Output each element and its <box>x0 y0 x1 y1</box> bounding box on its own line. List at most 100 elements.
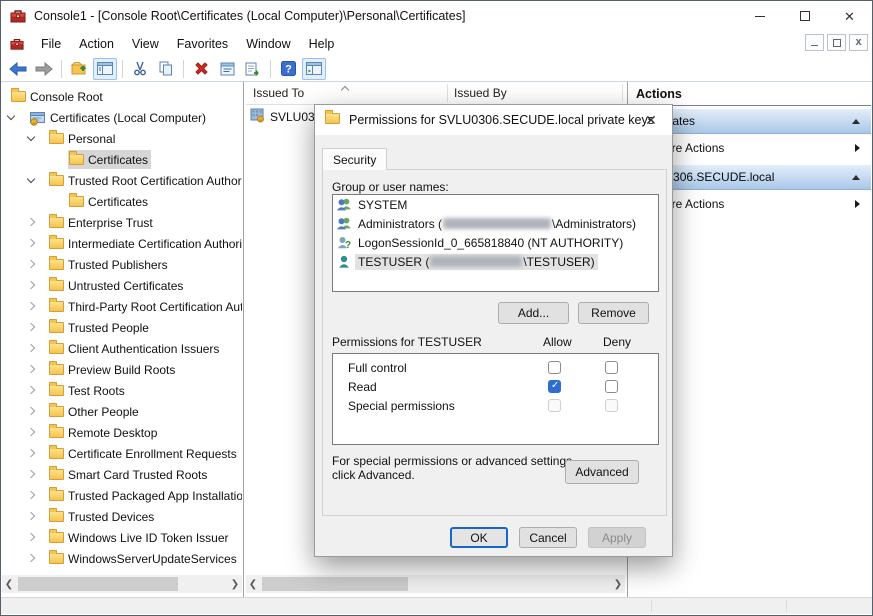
list-horizontal-scrollbar[interactable]: ❮ ❯ <box>246 575 625 593</box>
back-button[interactable] <box>6 58 30 80</box>
tree-item[interactable]: Trusted Packaged App Installation Author… <box>2 485 242 506</box>
properties-button[interactable] <box>215 58 239 80</box>
tree-item[interactable]: Certificates <box>2 191 242 212</box>
ok-button[interactable]: OK <box>450 527 508 548</box>
user-list-item[interactable]: Administrators (\Administrators) <box>333 214 658 233</box>
chevron-right-icon[interactable] <box>27 239 35 247</box>
maximize-button[interactable] <box>782 1 827 31</box>
tree-item[interactable]: Trusted Root Certification Authorities <box>2 170 242 191</box>
chevron-right-icon[interactable] <box>27 281 35 289</box>
chevron-right-icon[interactable] <box>27 323 35 331</box>
tree-item[interactable]: Smart Card Trusted Roots <box>2 464 242 485</box>
advanced-button[interactable]: Advanced <box>565 460 639 484</box>
up-one-level-button[interactable] <box>67 58 91 80</box>
allow-checkbox[interactable] <box>548 380 561 393</box>
minimize-button[interactable] <box>737 1 782 31</box>
scroll-right-icon[interactable]: ❯ <box>611 575 625 593</box>
tree-item[interactable]: Trusted Devices <box>2 506 242 527</box>
chevron-right-icon[interactable] <box>27 533 35 541</box>
column-header-issued-to[interactable]: Issued To <box>253 86 304 100</box>
menu-item-file[interactable]: File <box>32 34 70 54</box>
export-list-button[interactable] <box>241 58 265 80</box>
allow-checkbox[interactable] <box>548 361 561 374</box>
scrollbar-thumb[interactable] <box>262 577 408 591</box>
mdi-minimize-button[interactable] <box>805 34 824 51</box>
tree-item[interactable]: Trusted Publishers <box>2 254 242 275</box>
tree-item[interactable]: Personal <box>2 128 242 149</box>
tree-item[interactable]: Certificate Enrollment Requests <box>2 443 242 464</box>
deny-checkbox[interactable] <box>605 380 618 393</box>
tree-horizontal-scrollbar[interactable]: ❮ ❯ <box>2 575 242 593</box>
tree-item[interactable]: Other People <box>2 401 242 422</box>
tree-item[interactable]: Third-Party Root Certification Authoriti… <box>2 296 242 317</box>
chevron-right-icon[interactable] <box>27 365 35 373</box>
tree-item[interactable]: Client Authentication Issuers <box>2 338 242 359</box>
collapse-icon[interactable] <box>852 119 860 124</box>
tree-item[interactable]: Trusted People <box>2 317 242 338</box>
scroll-left-icon[interactable]: ❮ <box>2 575 16 593</box>
chevron-down-icon[interactable] <box>27 175 35 183</box>
chevron-right-icon[interactable] <box>27 428 35 436</box>
collapse-icon[interactable] <box>852 175 860 180</box>
apply-button[interactable]: Apply <box>588 527 646 548</box>
chevron-right-icon[interactable] <box>27 302 35 310</box>
chevron-right-icon[interactable] <box>27 491 35 499</box>
cut-button[interactable] <box>128 58 152 80</box>
user-list-item[interactable]: TESTUSER (\TESTUSER) <box>333 252 658 271</box>
chevron-right-icon[interactable] <box>27 386 35 394</box>
chevron-right-icon[interactable] <box>27 344 35 352</box>
tree-item[interactable]: Enterprise Trust <box>2 212 242 233</box>
user-list-item[interactable]: SYSTEM <box>333 195 658 214</box>
chevron-down-icon[interactable] <box>7 112 15 120</box>
scroll-right-icon[interactable]: ❯ <box>228 575 242 593</box>
menu-item-help[interactable]: Help <box>300 34 344 54</box>
chevron-right-icon[interactable] <box>27 218 35 226</box>
forward-button[interactable] <box>32 58 56 80</box>
menu-item-favorites[interactable]: Favorites <box>168 34 237 54</box>
tree-item[interactable]: Remote Desktop <box>2 422 242 443</box>
scrollbar-thumb[interactable] <box>18 577 178 591</box>
tree-item[interactable]: Console Root <box>2 86 242 107</box>
tree-item[interactable]: Intermediate Certification Authorities <box>2 233 242 254</box>
scroll-left-icon[interactable]: ❮ <box>246 575 260 593</box>
copy-button[interactable] <box>154 58 178 80</box>
tab-security[interactable]: Security <box>322 148 387 170</box>
scrollbar-track[interactable] <box>260 575 611 593</box>
tree-item[interactable]: Untrusted Certificates <box>2 275 242 296</box>
column-divider[interactable] <box>447 84 448 102</box>
chevron-right-icon[interactable] <box>27 449 35 457</box>
remove-button[interactable]: Remove <box>578 302 649 324</box>
chevron-right-icon[interactable] <box>27 512 35 520</box>
delete-button[interactable] <box>189 58 213 80</box>
mdi-close-button[interactable]: x <box>849 34 868 51</box>
dialog-close-button[interactable]: ✕ <box>630 105 672 135</box>
tree-item[interactable]: Preview Build Roots <box>2 359 242 380</box>
tree-item[interactable]: Windows Live ID Token Issuer <box>2 527 242 548</box>
chevron-right-icon[interactable] <box>27 260 35 268</box>
scrollbar-track[interactable] <box>16 575 228 593</box>
mdi-restore-button[interactable] <box>827 34 846 51</box>
menu-item-action[interactable]: Action <box>70 34 123 54</box>
deny-checkbox[interactable] <box>605 361 618 374</box>
chevron-down-icon[interactable] <box>27 133 35 141</box>
column-divider[interactable] <box>622 84 623 102</box>
tree-item[interactable]: Certificates <box>2 149 242 170</box>
tree-item[interactable]: WindowsServerUpdateServices <box>2 548 242 569</box>
tree-item[interactable]: Test Roots <box>2 380 242 401</box>
chevron-right-icon[interactable] <box>27 407 35 415</box>
user-list-item[interactable]: ?LogonSessionId_0_665818840 (NT AUTHORIT… <box>333 233 658 252</box>
tree-item[interactable]: Certificates (Local Computer) <box>2 107 242 128</box>
group-user-list[interactable]: SYSTEMAdministrators (\Administrators)?L… <box>332 194 659 292</box>
help-button[interactable]: ? <box>276 58 300 80</box>
close-button[interactable]: ✕ <box>827 1 872 31</box>
add-button[interactable]: Add... <box>498 302 569 324</box>
cancel-button[interactable]: Cancel <box>519 527 577 548</box>
menu-item-window[interactable]: Window <box>237 34 299 54</box>
column-header-issued-by[interactable]: Issued By <box>454 86 507 100</box>
chevron-right-icon[interactable] <box>27 470 35 478</box>
chevron-right-icon[interactable] <box>27 554 35 562</box>
show-tree-button[interactable] <box>93 58 117 80</box>
show-actions-button[interactable] <box>302 58 326 80</box>
pane-splitter[interactable] <box>243 82 244 598</box>
menu-item-view[interactable]: View <box>123 34 168 54</box>
